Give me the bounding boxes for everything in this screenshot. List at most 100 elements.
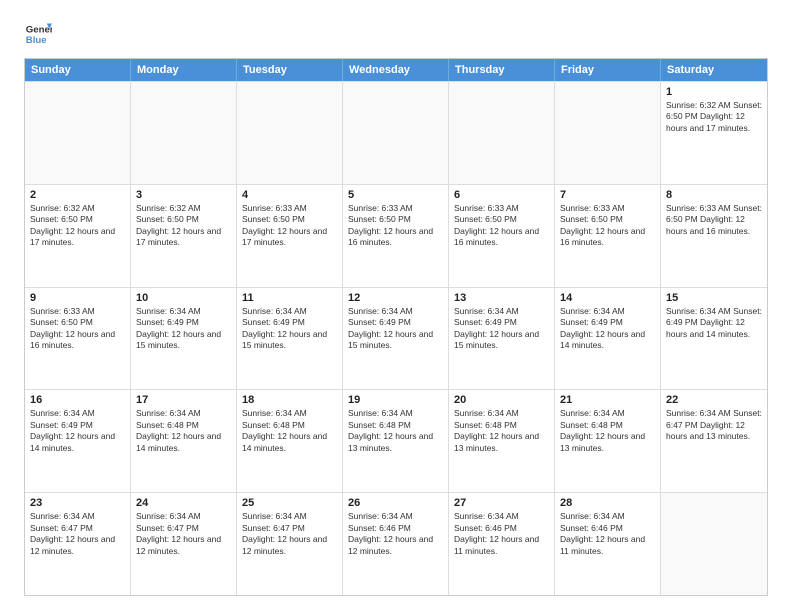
cell-info: Sunrise: 6:32 AM Sunset: 6:50 PM Dayligh… [30,203,125,249]
calendar-cell: 2 Sunrise: 6:32 AM Sunset: 6:50 PM Daylig… [25,185,131,287]
day-number: 17 [136,394,231,406]
weekday-header: Saturday [661,59,767,81]
cell-info: Sunrise: 6:34 AM Sunset: 6:49 PM Dayligh… [560,306,655,352]
day-number: 22 [666,394,762,406]
calendar-cell: 16 Sunrise: 6:34 AM Sunset: 6:49 PM Dayli… [25,390,131,492]
weekday-header: Wednesday [343,59,449,81]
cell-info: Sunrise: 6:34 AM Sunset: 6:49 PM Dayligh… [348,306,443,352]
day-number: 5 [348,189,443,201]
weekday-header: Monday [131,59,237,81]
day-number: 1 [666,86,762,98]
cell-info: Sunrise: 6:34 AM Sunset: 6:48 PM Dayligh… [136,408,231,454]
calendar-cell: 26 Sunrise: 6:34 AM Sunset: 6:46 PM Dayli… [343,493,449,595]
calendar-cell: 14 Sunrise: 6:34 AM Sunset: 6:49 PM Dayli… [555,288,661,390]
calendar-cell: 10 Sunrise: 6:34 AM Sunset: 6:49 PM Dayli… [131,288,237,390]
calendar-cell: 3 Sunrise: 6:32 AM Sunset: 6:50 PM Daylig… [131,185,237,287]
cell-info: Sunrise: 6:34 AM Sunset: 6:48 PM Dayligh… [560,408,655,454]
calendar-cell: 12 Sunrise: 6:34 AM Sunset: 6:49 PM Dayli… [343,288,449,390]
calendar-body: 1 Sunrise: 6:32 AM Sunset: 6:50 PM Daylig… [25,81,767,595]
calendar-cell [555,82,661,184]
cell-info: Sunrise: 6:33 AM Sunset: 6:50 PM Dayligh… [666,203,762,237]
cell-info: Sunrise: 6:34 AM Sunset: 6:49 PM Dayligh… [136,306,231,352]
day-number: 28 [560,497,655,509]
calendar-cell: 4 Sunrise: 6:33 AM Sunset: 6:50 PM Daylig… [237,185,343,287]
day-number: 20 [454,394,549,406]
calendar-cell: 19Sunrise: 6:34 AM Sunset: 6:48 PM Dayli… [343,390,449,492]
cell-info: Sunrise: 6:34 AM Sunset: 6:47 PM Dayligh… [30,511,125,557]
svg-text:Blue: Blue [26,35,47,46]
calendar-cell [343,82,449,184]
day-number: 12 [348,292,443,304]
logo: General Blue [24,20,52,48]
cell-info: Sunrise: 6:32 AM Sunset: 6:50 PM Dayligh… [666,100,762,134]
calendar-cell: 25 Sunrise: 6:34 AM Sunset: 6:47 PM Dayli… [237,493,343,595]
cell-info: Sunrise: 6:34 AM Sunset: 6:47 PM Dayligh… [666,408,762,442]
cell-info: Sunrise: 6:32 AM Sunset: 6:50 PM Dayligh… [136,203,231,249]
cell-info: Sunrise: 6:34 AM Sunset: 6:49 PM Dayligh… [242,306,337,352]
cell-info: Sunrise: 6:33 AM Sunset: 6:50 PM Dayligh… [348,203,443,249]
cell-info: Sunrise: 6:33 AM Sunset: 6:50 PM Dayligh… [30,306,125,352]
cell-info: Sunrise: 6:34 AM Sunset: 6:47 PM Dayligh… [242,511,337,557]
day-number: 4 [242,189,337,201]
day-number: 18 [242,394,337,406]
day-number: 26 [348,497,443,509]
cell-info: Sunrise: 6:34 AM Sunset: 6:46 PM Dayligh… [348,511,443,557]
calendar: SundayMondayTuesdayWednesdayThursdayFrid… [24,58,768,596]
day-number: 27 [454,497,549,509]
calendar-cell: 21 Sunrise: 6:34 AM Sunset: 6:48 PM Dayli… [555,390,661,492]
calendar-cell: 13 Sunrise: 6:34 AM Sunset: 6:49 PM Dayli… [449,288,555,390]
day-number: 15 [666,292,762,304]
page-header: General Blue [24,20,768,48]
calendar-cell: 7Sunrise: 6:33 AM Sunset: 6:50 PM Daylig… [555,185,661,287]
day-number: 16 [30,394,125,406]
calendar-cell: 22 Sunrise: 6:34 AM Sunset: 6:47 PM Dayli… [661,390,767,492]
cell-info: Sunrise: 6:34 AM Sunset: 6:49 PM Dayligh… [30,408,125,454]
calendar-cell: 1 Sunrise: 6:32 AM Sunset: 6:50 PM Daylig… [661,82,767,184]
calendar-cell: 17 Sunrise: 6:34 AM Sunset: 6:48 PM Dayli… [131,390,237,492]
day-number: 25 [242,497,337,509]
cell-info: Sunrise: 6:34 AM Sunset: 6:47 PM Dayligh… [136,511,231,557]
day-number: 23 [30,497,125,509]
calendar-row: 23 Sunrise: 6:34 AM Sunset: 6:47 PM Dayli… [25,492,767,595]
day-number: 11 [242,292,337,304]
weekday-header: Thursday [449,59,555,81]
calendar-cell: 24 Sunrise: 6:34 AM Sunset: 6:47 PM Dayli… [131,493,237,595]
weekday-header: Friday [555,59,661,81]
calendar-header: SundayMondayTuesdayWednesdayThursdayFrid… [25,59,767,81]
weekday-header: Sunday [25,59,131,81]
day-number: 3 [136,189,231,201]
day-number: 13 [454,292,549,304]
cell-info: Sunrise: 6:34 AM Sunset: 6:49 PM Dayligh… [666,306,762,340]
calendar-row: 1 Sunrise: 6:32 AM Sunset: 6:50 PM Daylig… [25,81,767,184]
calendar-row: 9 Sunrise: 6:33 AM Sunset: 6:50 PM Daylig… [25,287,767,390]
calendar-cell: 28Sunrise: 6:34 AM Sunset: 6:46 PM Dayli… [555,493,661,595]
calendar-cell [131,82,237,184]
calendar-row: 16 Sunrise: 6:34 AM Sunset: 6:49 PM Dayli… [25,389,767,492]
day-number: 7 [560,189,655,201]
calendar-cell [25,82,131,184]
day-number: 9 [30,292,125,304]
day-number: 2 [30,189,125,201]
logo-icon: General Blue [24,20,52,48]
calendar-cell [449,82,555,184]
calendar-cell [237,82,343,184]
day-number: 21 [560,394,655,406]
calendar-cell [661,493,767,595]
weekday-header: Tuesday [237,59,343,81]
cell-info: Sunrise: 6:33 AM Sunset: 6:50 PM Dayligh… [242,203,337,249]
calendar-cell: 5 Sunrise: 6:33 AM Sunset: 6:50 PM Daylig… [343,185,449,287]
day-number: 6 [454,189,549,201]
calendar-cell: 6 Sunrise: 6:33 AM Sunset: 6:50 PM Daylig… [449,185,555,287]
calendar-cell: 18Sunrise: 6:34 AM Sunset: 6:48 PM Dayli… [237,390,343,492]
day-number: 10 [136,292,231,304]
cell-info: Sunrise: 6:34 AM Sunset: 6:49 PM Dayligh… [454,306,549,352]
cell-info: Sunrise: 6:33 AM Sunset: 6:50 PM Dayligh… [454,203,549,249]
calendar-row: 2 Sunrise: 6:32 AM Sunset: 6:50 PM Daylig… [25,184,767,287]
calendar-cell: 15 Sunrise: 6:34 AM Sunset: 6:49 PM Dayli… [661,288,767,390]
calendar-cell: 9 Sunrise: 6:33 AM Sunset: 6:50 PM Daylig… [25,288,131,390]
day-number: 19 [348,394,443,406]
calendar-cell: 23 Sunrise: 6:34 AM Sunset: 6:47 PM Dayli… [25,493,131,595]
cell-info: Sunrise: 6:34 AM Sunset: 6:46 PM Dayligh… [454,511,549,557]
day-number: 24 [136,497,231,509]
day-number: 14 [560,292,655,304]
